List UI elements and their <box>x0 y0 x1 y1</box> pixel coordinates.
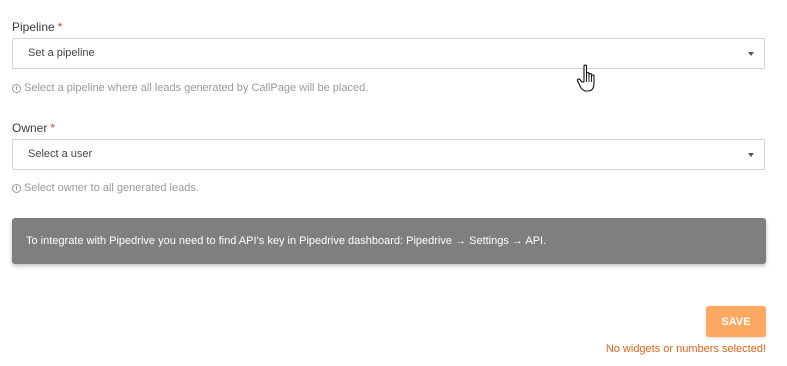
pipeline-select-value: Set a pipeline <box>28 47 95 59</box>
pipeline-help-text: Select a pipeline where all leads genera… <box>24 82 369 94</box>
chevron-down-icon <box>748 52 754 56</box>
pipeline-select[interactable]: Set a pipeline <box>12 38 765 69</box>
integration-notice-text: To integrate with Pipedrive you need to … <box>26 235 547 247</box>
owner-help: Select owner to all generated leads. <box>12 182 199 194</box>
owner-select[interactable]: Select a user <box>12 139 765 170</box>
owner-help-text: Select owner to all generated leads. <box>24 182 199 194</box>
required-mark: * <box>57 20 63 34</box>
save-error-message: No widgets or numbers selected! <box>605 343 766 355</box>
required-mark: * <box>50 121 56 135</box>
info-icon <box>12 183 21 193</box>
owner-label: Owner * <box>12 121 55 135</box>
chevron-down-icon <box>748 153 754 157</box>
pipeline-label-text: Pipeline <box>12 20 55 34</box>
pipeline-help: Select a pipeline where all leads genera… <box>12 82 368 94</box>
pipeline-label: Pipeline * <box>12 20 62 34</box>
save-button[interactable]: SAVE <box>706 306 766 337</box>
pipedrive-settings-form: Pipeline * Set a pipeline Select a pipeli… <box>0 0 787 366</box>
owner-label-text: Owner <box>12 121 48 135</box>
hand-cursor-icon <box>576 64 595 92</box>
integration-notice: To integrate with Pipedrive you need to … <box>12 218 766 264</box>
info-icon <box>12 83 21 93</box>
owner-select-value: Select a user <box>28 148 93 160</box>
